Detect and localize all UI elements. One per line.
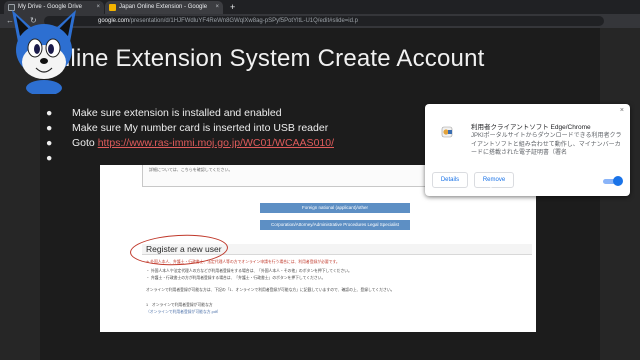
bullet-text: Make sure My number card is inserted int… [72,122,329,134]
blue-fox-mascot-image [12,10,76,94]
close-tab-icon[interactable]: × [215,1,219,14]
remove-button[interactable]: Remove [474,172,514,188]
google-slides-icon [109,4,116,11]
bullet-dot: ● [46,107,53,119]
bullet-list: ● Make sure extension is installed and en… [46,106,386,164]
bullet-item: ● Goto https://www.ras-immi.moj.go.jp/WC0… [46,136,386,151]
new-tab-button[interactable]: + [230,0,235,14]
details-button[interactable]: Details [432,172,468,188]
address-bar[interactable]: google.com/presentation/d/1HJFWdluYF4ReW… [44,16,604,26]
bullet-dot: ● [46,137,53,149]
bullet-item: ● Make sure My number card is inserted in… [46,121,386,136]
browser-tab-strip: My Drive - Google Drive × Japan Online E… [0,0,640,14]
extension-popup: × 利用者クライアントソフト Edge/Chrome JPKIポータルサイトから… [425,104,630,196]
tab-japan-online-extension[interactable]: Japan Online Extension - Google × [105,1,223,14]
previous-section-text: 詳細については、こちらを確認してください。 [149,167,233,172]
url-host: google.com [98,18,130,24]
bullet-dot: ● [46,122,53,134]
browser-toolbar: ← → ↻ google.com/presentation/d/1HJFWdlu… [0,14,640,28]
bullet-text: Make sure extension is installed and ena… [72,107,282,119]
bullet-item: ● Make sure extension is installed and en… [46,106,386,121]
extension-description: JPKIポータルサイトからダウンロードできる利用者クライアントソフトと組み合わせ… [471,133,622,156]
instruction-line: ・ 外国人本人や法定代理人の方などが利用者登録をする場合は、「外国人本人・その他… [146,269,352,273]
applicant-other-button: Foreign national (applicant)/other [260,203,410,213]
registration-link[interactable]: https://www.ras-immi.moj.go.jp/WC01/WCAA… [98,137,334,149]
instruction-line: ※ 外国人本人、弁護士・行政書士、法定代理人等の方でオンライン申請を行う場合には… [146,260,340,264]
close-icon[interactable]: × [620,107,624,114]
slide-title: Online Extension System Create Account [38,45,485,72]
pdf-link-text: （オンラインで利用者登録が可能な方.pdf） [146,310,221,314]
instruction-line: オンラインで利用者登録が可能な方は、下記の「1．オンラインで利用者登録が可能な方… [146,288,395,292]
bullet-dot: ● [46,152,53,164]
extension-name: 利用者クライアントソフト Edge/Chrome [471,124,591,131]
corporation-attorney-button: Corporation/Attorney/Administrative Proc… [260,220,410,230]
close-tab-icon[interactable]: × [96,1,100,14]
instruction-line: 1 オンラインで利用者登録が可能な方 [146,303,213,307]
instruction-line: ・ 弁護士・行政書士の方が利用者登録する場合は、「弁護士・行政書士」のボタンを押… [146,276,326,280]
tab-title: Japan Online Extension - Google [119,4,208,10]
bullet-prefix: Goto [72,137,98,149]
url-path: /presentation/d/1HJFWdluYF4ReWn8GWqlXw8a… [129,18,358,24]
toggle-knob[interactable] [613,176,623,186]
extension-logo-icon [441,126,453,138]
